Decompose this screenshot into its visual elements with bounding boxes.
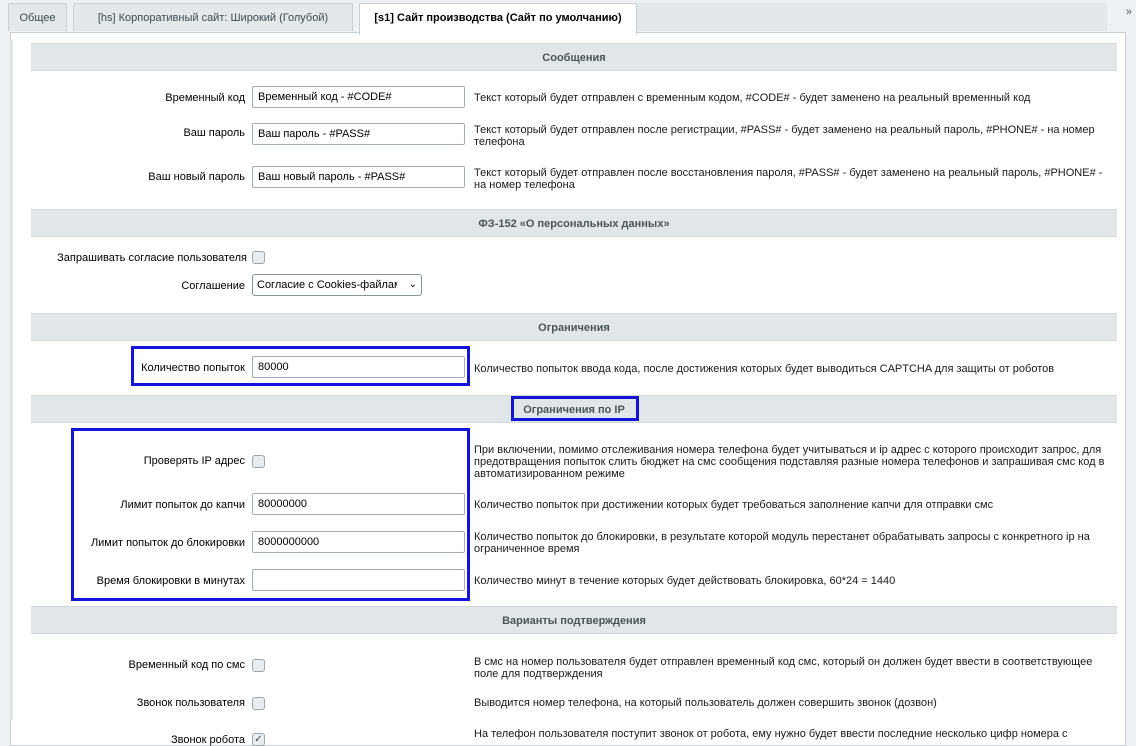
- agreement-label: Соглашение: [181, 280, 245, 292]
- captcha-limit-desc: Количество попыток при достижении которы…: [474, 499, 994, 511]
- captcha-limit-label: Лимит попыток до капчи: [120, 499, 245, 511]
- robot-call-label: Звонок робота: [171, 734, 245, 746]
- tab-s1-production-site[interactable]: [s1] Сайт производства (Сайт по умолчани…: [359, 3, 637, 35]
- block-minutes-label: Время блокировки в минутах: [96, 575, 245, 587]
- attempts-desc: Количество попыток ввода кода, после дос…: [474, 363, 1055, 375]
- check-ip-label: Проверять IP адрес: [143, 455, 245, 467]
- ask-consent-checkbox[interactable]: [252, 251, 265, 264]
- section-limits: Ограничения: [31, 313, 1117, 341]
- user-call-checkbox[interactable]: [252, 697, 265, 710]
- section-confirm-variants: Варианты подтверждения: [31, 606, 1117, 634]
- your-password-label: Ваш пароль: [183, 127, 245, 139]
- section-ip-limits: Ограничения по IP: [31, 395, 1117, 423]
- robot-call-desc: На телефон пользователя поступит звонок …: [474, 728, 1068, 740]
- new-password-input[interactable]: Ваш новый пароль - #PASS#: [252, 166, 465, 188]
- panel-edge: [10, 40, 13, 720]
- check-ip-desc: При включении, помимо отслеживания номер…: [474, 444, 1105, 480]
- your-password-input[interactable]: Ваш пароль - #PASS#: [252, 123, 465, 145]
- collapse-icon[interactable]: »: [1126, 6, 1132, 18]
- tab-bar-filler: [637, 3, 1107, 31]
- block-limit-desc: Количество попыток до блокировки, в резу…: [474, 531, 1090, 555]
- chevron-down-icon: ⌄: [408, 279, 417, 290]
- attempts-input[interactable]: 80000: [252, 356, 465, 378]
- temp-code-desc: Текст который будет отправлен с временны…: [474, 92, 1031, 104]
- new-password-desc: Текст который будет отправлен после восс…: [474, 167, 1103, 191]
- block-limit-input[interactable]: 8000000000: [252, 531, 465, 553]
- agreement-selected-value: Согласие с Cookies-файлами: [257, 279, 397, 291]
- tab-bar: Общее [hs] Корпоративный сайт: Широкий (…: [0, 0, 1136, 35]
- check-ip-checkbox[interactable]: [252, 455, 265, 468]
- sms-code-checkbox[interactable]: [252, 659, 265, 672]
- agreement-select[interactable]: Согласие с Cookies-файлами ⌄: [252, 274, 422, 296]
- checkmark-icon: ✓: [254, 734, 263, 745]
- tab-general[interactable]: Общее: [8, 3, 67, 31]
- ask-consent-label: Запрашивать согласие пользователя: [57, 252, 247, 264]
- user-call-label: Звонок пользователя: [136, 697, 245, 709]
- temp-code-label: Временный код: [165, 92, 245, 104]
- block-limit-label: Лимит попыток до блокировки: [90, 537, 245, 549]
- attempts-label: Количество попыток: [141, 362, 245, 374]
- sms-code-label: Временный код по смс: [128, 659, 246, 671]
- new-password-label: Ваш новый пароль: [148, 171, 245, 183]
- user-call-desc: Выводится номер телефона, на который пол…: [474, 697, 937, 709]
- section-personal-data: ФЗ-152 «О персональных данных»: [31, 209, 1117, 237]
- captcha-limit-input[interactable]: 80000000: [252, 493, 465, 515]
- block-minutes-input[interactable]: [252, 569, 465, 591]
- section-messages: Сообщения: [31, 43, 1117, 71]
- block-minutes-desc: Количество минут в течение которых будет…: [474, 575, 896, 587]
- robot-call-checkbox[interactable]: ✓: [252, 733, 265, 746]
- tab-hs-corporate-site[interactable]: [hs] Корпоративный сайт: Широкий (Голубо…: [73, 3, 353, 31]
- temp-code-input[interactable]: Временный код - #CODE#: [252, 86, 465, 108]
- your-password-desc: Текст который будет отправлен после реги…: [474, 124, 1095, 148]
- sms-code-desc: В смс на номер пользователя будет отправ…: [474, 656, 1093, 680]
